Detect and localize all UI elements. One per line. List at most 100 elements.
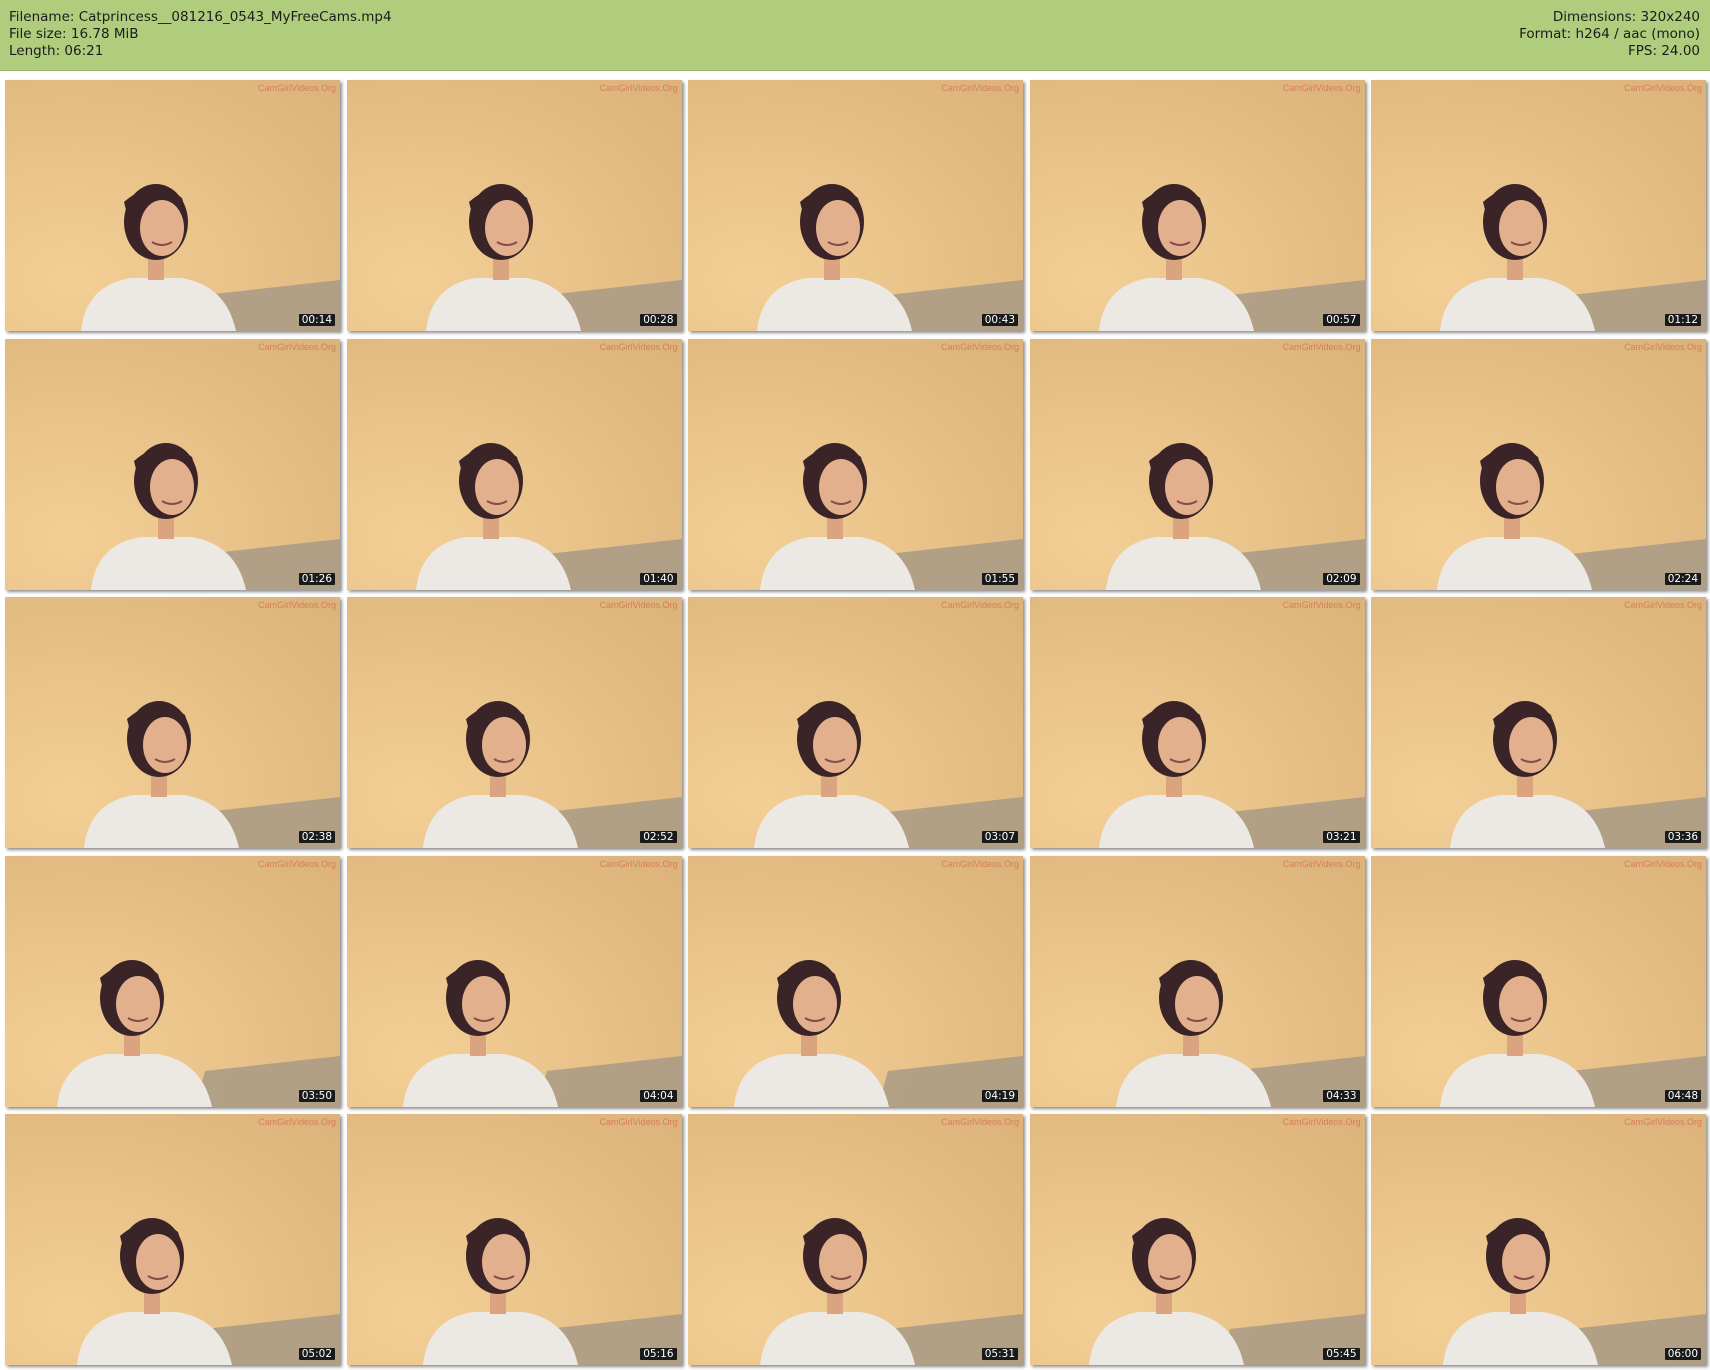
watermark-text: CamGirlVideos.Org	[599, 341, 678, 352]
frame-image	[346, 597, 682, 848]
frame-timestamp: 04:33	[1323, 1089, 1360, 1102]
frame-image	[1029, 597, 1365, 848]
fps-text: FPS: 24.00	[1628, 43, 1700, 59]
frame-image	[5, 597, 340, 848]
watermark-text: CamGirlVideos.Org	[599, 858, 678, 869]
video-frame-thumbnail: CamGirlVideos.Org 02:24	[1371, 338, 1706, 590]
watermark-text: CamGirlVideos.Org	[258, 858, 336, 869]
video-frame-thumbnail: CamGirlVideos.Org 04:48	[1371, 855, 1706, 1107]
frame-image	[1371, 80, 1706, 331]
info-header: Filename: Catprincess__081216_0543_MyFre…	[0, 0, 1710, 71]
frame-image	[346, 338, 682, 590]
frame-timestamp: 03:21	[1323, 831, 1360, 843]
dimensions-text: Dimensions: 320x240	[1552, 9, 1700, 25]
watermark-text: CamGirlVideos.Org	[941, 1117, 1019, 1127]
watermark-text: CamGirlVideos.Org	[1282, 858, 1361, 869]
frame-image	[5, 338, 340, 590]
thumbnail-grid: CamGirlVideos.Org 00:14 CamGirlVideos.Org 0…	[5, 80, 1706, 1365]
frame-image	[688, 338, 1023, 590]
frame-timestamp: 01:12	[1664, 314, 1701, 326]
frame-timestamp: 05:16	[640, 1348, 677, 1360]
frame-timestamp: 05:31	[981, 1348, 1018, 1360]
video-frame-thumbnail: CamGirlVideos.Org 01:55	[688, 338, 1023, 590]
watermark-text: CamGirlVideos.Org	[1282, 83, 1361, 93]
filename-text: Filename: Catprincess__081216_0543_MyFre…	[9, 9, 392, 25]
watermark-text: CamGirlVideos.Org	[1624, 858, 1702, 869]
watermark-text: CamGirlVideos.Org	[258, 341, 336, 352]
frame-timestamp: 01:55	[981, 572, 1018, 585]
watermark-text: CamGirlVideos.Org	[258, 600, 336, 610]
frame-timestamp: 00:28	[640, 314, 677, 326]
format-text: Format: h264 / aac (mono)	[1519, 26, 1700, 42]
video-frame-thumbnail: CamGirlVideos.Org 01:12	[1371, 80, 1706, 331]
frame-timestamp: 00:57	[1323, 314, 1360, 326]
watermark-text: CamGirlVideos.Org	[1624, 1117, 1702, 1127]
video-frame-thumbnail: CamGirlVideos.Org 03:21	[1029, 597, 1365, 848]
frame-timestamp: 04:04	[640, 1089, 677, 1102]
video-frame-thumbnail: CamGirlVideos.Org 03:36	[1371, 597, 1706, 848]
frame-image	[1029, 1114, 1365, 1365]
video-frame-thumbnail: CamGirlVideos.Org 00:28	[346, 80, 682, 331]
video-frame-thumbnail: CamGirlVideos.Org 02:38	[5, 597, 340, 848]
watermark-text: CamGirlVideos.Org	[1282, 600, 1361, 610]
watermark-text: CamGirlVideos.Org	[258, 83, 336, 93]
video-frame-thumbnail: CamGirlVideos.Org 05:31	[688, 1114, 1023, 1365]
watermark-text: CamGirlVideos.Org	[258, 1117, 336, 1127]
video-frame-thumbnail: CamGirlVideos.Org 04:33	[1029, 855, 1365, 1107]
frame-timestamp: 01:26	[298, 572, 335, 585]
frame-timestamp: 03:50	[298, 1089, 335, 1102]
frame-image	[5, 855, 340, 1107]
frame-image	[1371, 597, 1706, 848]
video-frame-thumbnail: CamGirlVideos.Org 05:16	[346, 1114, 682, 1365]
frame-timestamp: 00:43	[981, 314, 1018, 326]
frame-image	[346, 855, 682, 1107]
video-frame-thumbnail: CamGirlVideos.Org 02:09	[1029, 338, 1365, 590]
frame-timestamp: 04:19	[981, 1089, 1018, 1102]
frame-timestamp: 02:09	[1323, 572, 1360, 585]
frame-timestamp: 03:36	[1664, 831, 1701, 843]
watermark-text: CamGirlVideos.Org	[599, 600, 678, 610]
frame-timestamp: 05:45	[1323, 1348, 1360, 1360]
video-frame-thumbnail: CamGirlVideos.Org 00:43	[688, 80, 1023, 331]
frame-image	[1371, 338, 1706, 590]
frame-timestamp: 02:24	[1664, 572, 1701, 585]
watermark-text: CamGirlVideos.Org	[941, 83, 1019, 93]
frame-image	[5, 1114, 340, 1365]
video-frame-thumbnail: CamGirlVideos.Org 04:19	[688, 855, 1023, 1107]
watermark-text: CamGirlVideos.Org	[941, 600, 1019, 610]
frame-image	[346, 1114, 682, 1365]
frame-image	[688, 597, 1023, 848]
video-frame-thumbnail: CamGirlVideos.Org 01:40	[346, 338, 682, 590]
file-info-left: Filename: Catprincess__081216_0543_MyFre…	[9, 9, 392, 60]
frame-timestamp: 00:14	[298, 314, 335, 326]
frame-timestamp: 02:52	[640, 831, 677, 843]
video-frame-thumbnail: CamGirlVideos.Org 06:00	[1371, 1114, 1706, 1365]
watermark-text: CamGirlVideos.Org	[1282, 341, 1361, 352]
video-frame-thumbnail: CamGirlVideos.Org 05:45	[1029, 1114, 1365, 1365]
file-info-right: Dimensions: 320x240 Format: h264 / aac (…	[1519, 9, 1700, 60]
watermark-text: CamGirlVideos.Org	[1624, 600, 1702, 610]
watermark-text: CamGirlVideos.Org	[599, 1117, 678, 1127]
video-frame-thumbnail: CamGirlVideos.Org 03:07	[688, 597, 1023, 848]
watermark-text: CamGirlVideos.Org	[1282, 1117, 1361, 1127]
video-frame-thumbnail: CamGirlVideos.Org 02:52	[346, 597, 682, 848]
watermark-text: CamGirlVideos.Org	[1624, 341, 1702, 352]
frame-timestamp: 05:02	[298, 1348, 335, 1360]
filesize-text: File size: 16.78 MiB	[9, 26, 139, 42]
frame-image	[1029, 855, 1365, 1107]
frame-timestamp: 03:07	[981, 831, 1018, 843]
video-frame-thumbnail: CamGirlVideos.Org 03:50	[5, 855, 340, 1107]
frame-timestamp: 04:48	[1664, 1089, 1701, 1102]
video-frame-thumbnail: CamGirlVideos.Org 05:02	[5, 1114, 340, 1365]
watermark-text: CamGirlVideos.Org	[599, 83, 678, 93]
frame-image	[1029, 80, 1365, 331]
video-frame-thumbnail: CamGirlVideos.Org 00:57	[1029, 80, 1365, 331]
video-frame-thumbnail: CamGirlVideos.Org 01:26	[5, 338, 340, 590]
frame-image	[1371, 1114, 1706, 1365]
length-text: Length: 06:21	[9, 43, 104, 59]
frame-timestamp: 06:00	[1664, 1348, 1701, 1360]
frame-timestamp: 02:38	[298, 831, 335, 843]
frame-image	[1029, 338, 1365, 590]
watermark-text: CamGirlVideos.Org	[941, 341, 1019, 352]
watermark-text: CamGirlVideos.Org	[941, 858, 1019, 869]
